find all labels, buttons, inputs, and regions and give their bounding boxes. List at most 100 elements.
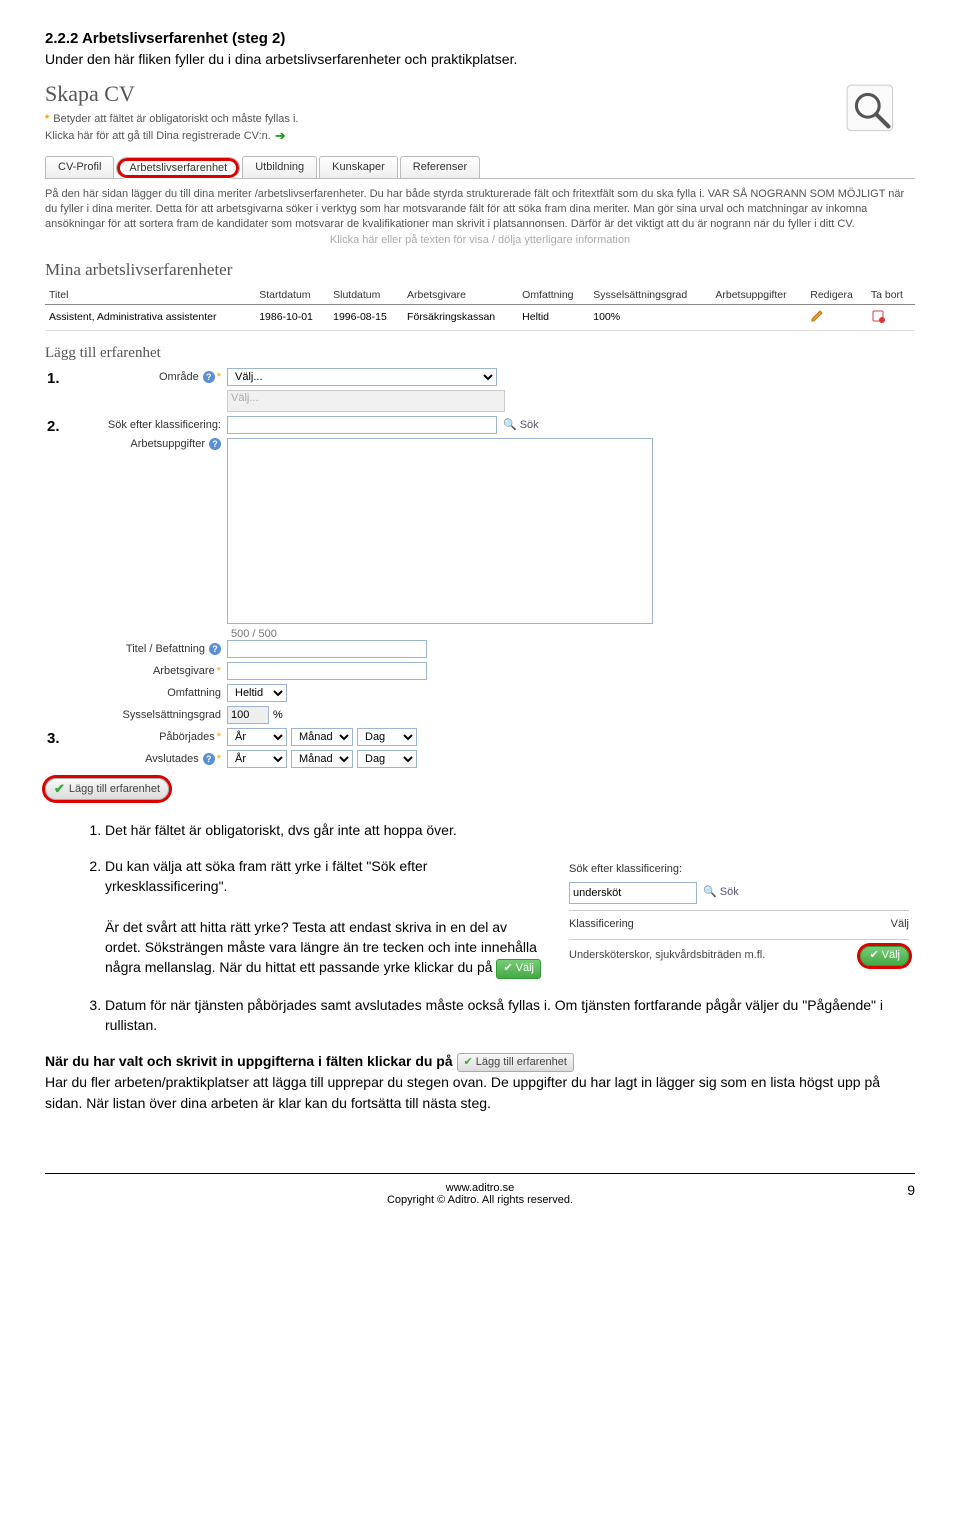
col-arbetsgivare: Arbetsgivare — [403, 286, 518, 305]
sok-button[interactable]: 🔍 Sök — [503, 418, 539, 431]
paborjades-ar[interactable]: År — [227, 728, 287, 746]
asterisk-icon: * — [45, 113, 49, 125]
toggle-info-link[interactable]: Klicka här eller på texten för visa / dö… — [45, 234, 915, 246]
paborjades-dag[interactable]: Dag — [357, 728, 417, 746]
cell-titel: Assistent, Administrativa assistenter — [45, 304, 255, 330]
lagg-till-erfarenhet-button[interactable]: ✔ Lägg till erfarenhet — [45, 778, 169, 800]
popup-sok-label: Sök efter klassificering: — [569, 862, 699, 878]
popup-valj-button[interactable]: ✔ Välj — [860, 946, 909, 966]
info-icon[interactable]: ? — [209, 438, 221, 450]
col-omf: Omfattning — [518, 286, 589, 305]
syssel-unit: % — [273, 709, 283, 721]
paborjades-manad[interactable]: Månad — [291, 728, 353, 746]
popup-result-text: Undersköterskor, sjukvårdsbiträden m.fl. — [569, 948, 765, 964]
app-title: Skapa CV — [45, 81, 915, 107]
row-paborjades: Påbörjades* År Månad Dag — [81, 728, 915, 746]
sok-klass-input[interactable] — [227, 416, 497, 434]
info-icon[interactable]: ? — [203, 371, 215, 383]
cell-redigera — [806, 304, 867, 330]
row-omrade: Område?* Välj... — [81, 368, 915, 386]
omfattning-select[interactable]: Heltid — [227, 684, 287, 702]
cell-start: 1986-10-01 — [255, 304, 329, 330]
experiences-heading: Mina arbetslivserfarenheter — [45, 260, 915, 280]
popup-klass-header: Klassificering — [569, 917, 634, 933]
check-icon: ✔ — [503, 961, 512, 977]
section-heading: 2.2.2 Arbetslivserfarenhet (steg 2) — [45, 30, 915, 47]
avslutades-dag[interactable]: Dag — [357, 750, 417, 768]
omrade-select[interactable]: Välj... — [227, 368, 497, 386]
page-description: På den här sidan lägger du till dina mer… — [45, 187, 915, 232]
page-footer: www.aditro.se Copyright © Aditro. All ri… — [45, 1173, 915, 1206]
goto-cv-link[interactable]: Klicka här för att gå till Dina registre… — [45, 128, 915, 144]
tab-utbildning[interactable]: Utbildning — [242, 156, 317, 178]
marker-2: 2. — [47, 418, 60, 435]
popup-sok-button[interactable]: 🔍 Sök — [703, 885, 739, 901]
cell-syssel: 100% — [589, 304, 711, 330]
char-counter: 500 / 500 — [231, 628, 915, 640]
arbetsgivare-input[interactable] — [227, 662, 427, 680]
sub-omrade-select-disabled: Välj... — [227, 390, 505, 412]
inline-valj-button[interactable]: ✔ Välj — [496, 959, 541, 979]
popup-sok-input[interactable] — [569, 882, 697, 904]
cell-tabort — [867, 304, 915, 330]
info-icon[interactable]: ? — [209, 643, 221, 655]
row-omfattning: Omfattning Heltid — [81, 684, 915, 702]
instruction-2: Sök efter klassificering: 🔍 Sök Klassifi… — [105, 856, 915, 979]
titel-input[interactable] — [227, 640, 427, 658]
col-tabort: Ta bort — [867, 286, 915, 305]
avslutades-manad[interactable]: Månad — [291, 750, 353, 768]
cell-slut: 1996-08-15 — [329, 304, 403, 330]
label-arbetsgivare: Arbetsgivare* — [81, 665, 227, 677]
tab-cv-profil[interactable]: CV-Profil — [45, 156, 114, 178]
row-titel: Titel / Befattning? — [81, 640, 915, 658]
instruction-list: Det här fältet är obligatoriskt, dvs går… — [45, 820, 915, 1036]
col-slut: Slutdatum — [329, 286, 403, 305]
label-paborjades: Påbörjades* — [81, 731, 227, 743]
row-arbetsuppgifter: Arbetsuppgifter? — [81, 438, 915, 624]
footer-copyright: Copyright © Aditro. All rights reserved. — [387, 1194, 573, 1206]
check-icon: ✔ — [869, 948, 878, 964]
experience-table: Titel Startdatum Slutdatum Arbetsgivare … — [45, 286, 915, 331]
col-syssel: Sysselsättningsgrad — [589, 286, 711, 305]
required-help-text: * Betyder att fältet är obligatoriskt oc… — [45, 113, 915, 125]
page-number: 9 — [907, 1182, 915, 1198]
app-screenshot: Skapa CV * Betyder att fältet är obligat… — [45, 81, 915, 800]
label-titel: Titel / Befattning? — [81, 643, 227, 655]
inline-lagg-till-button[interactable]: ✔ Lägg till erfarenhet — [457, 1053, 574, 1073]
label-omrade: Område?* — [81, 371, 227, 383]
row-syssel: Sysselsättningsgrad % — [81, 706, 915, 724]
label-arbetsuppgifter: Arbetsuppgifter? — [81, 438, 227, 450]
marker-3: 3. — [47, 730, 60, 747]
cell-omf: Heltid — [518, 304, 589, 330]
search-icon: 🔍 — [703, 885, 717, 901]
tab-arbetslivserfarenhet[interactable]: Arbetslivserfarenhet — [116, 157, 240, 179]
search-popup: Sök efter klassificering: 🔍 Sök Klassifi… — [563, 856, 915, 972]
final-paragraph: När du har valt och skrivit in uppgifter… — [45, 1051, 915, 1113]
delete-icon[interactable] — [871, 309, 885, 323]
cell-arbetsgivare: Försäkringskassan — [403, 304, 518, 330]
label-avslutades: Avslutades?* — [81, 753, 227, 765]
tab-referenser[interactable]: Referenser — [400, 156, 480, 178]
instruction-3: Datum för när tjänsten påbörjades samt a… — [105, 995, 915, 1036]
popup-valj-header: Välj — [891, 917, 909, 933]
arbetsuppgifter-textarea[interactable] — [227, 438, 653, 624]
marker-1: 1. — [47, 370, 60, 387]
row-avslutades: Avslutades?* År Månad Dag — [81, 750, 915, 768]
avslutades-ar[interactable]: År — [227, 750, 287, 768]
row-sok-klass: Sök efter klassificering: 🔍 Sök — [81, 416, 915, 434]
label-syssel: Sysselsättningsgrad — [81, 709, 227, 721]
instruction-1: Det här fältet är obligatoriskt, dvs går… — [105, 820, 915, 840]
col-redigera: Redigera — [806, 286, 867, 305]
label-omfattning: Omfattning — [81, 687, 227, 699]
check-icon: ✔ — [54, 781, 65, 797]
edit-icon[interactable] — [810, 309, 824, 323]
col-start: Startdatum — [255, 286, 329, 305]
info-icon[interactable]: ? — [203, 753, 215, 765]
row-sub-omrade: Välj... — [81, 390, 915, 412]
col-uppg: Arbetsuppgifter — [711, 286, 806, 305]
label-sok-klass: Sök efter klassificering: — [81, 419, 227, 431]
tab-kunskaper[interactable]: Kunskaper — [319, 156, 398, 178]
syssel-input[interactable] — [227, 706, 269, 724]
tab-bar: CV-Profil Arbetslivserfarenhet Utbildnin… — [45, 156, 915, 179]
add-experience-heading: Lägg till erfarenhet — [45, 345, 915, 362]
